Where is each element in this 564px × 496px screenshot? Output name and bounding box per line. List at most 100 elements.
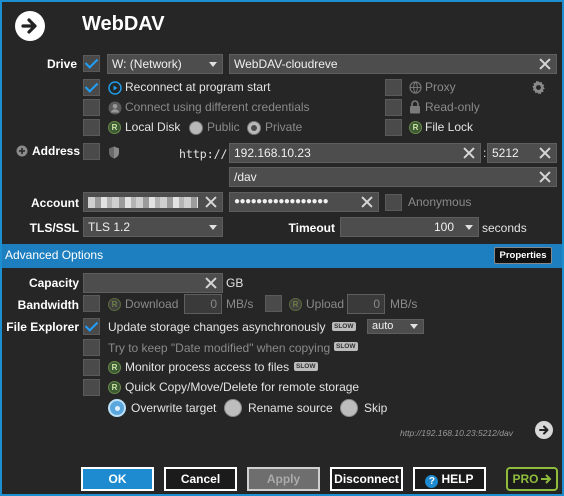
- clear-icon[interactable]: [537, 145, 553, 161]
- help-button[interactable]: ? HELP: [413, 467, 486, 491]
- date-modified-label: Try to keep "Date modified" when copying: [108, 341, 331, 355]
- clear-icon[interactable]: [203, 194, 219, 210]
- upload-input[interactable]: 0: [347, 294, 385, 314]
- drive-letter-select[interactable]: W: (Network): [107, 54, 223, 74]
- url-preview: http://192.168.10.23:5212/dav: [400, 428, 513, 438]
- cancel-button[interactable]: Cancel: [164, 467, 237, 491]
- chevron-down-icon: [465, 225, 473, 230]
- timeout-unit: seconds: [482, 221, 527, 235]
- readonly-checkbox[interactable]: [385, 99, 402, 116]
- clear-icon[interactable]: [203, 275, 219, 291]
- quick-copy-checkbox[interactable]: [83, 379, 100, 396]
- username-redacted: [88, 197, 198, 208]
- tls-select[interactable]: TLS 1.2: [83, 217, 223, 237]
- slow-badge: SLOW: [334, 342, 358, 351]
- help-icon: ?: [425, 475, 439, 488]
- slow-badge: SLOW: [294, 362, 318, 371]
- proxy-label: Proxy: [425, 80, 456, 94]
- pro-button[interactable]: PRO: [506, 467, 558, 491]
- chevron-down-icon: [209, 62, 217, 67]
- restart-icon: R: [108, 361, 121, 374]
- clear-icon[interactable]: [537, 169, 553, 185]
- public-label: Public: [207, 120, 240, 134]
- private-radio[interactable]: [247, 121, 261, 135]
- ok-label: OK: [108, 472, 127, 486]
- rename-label: Rename source: [248, 401, 333, 415]
- skip-radio[interactable]: [340, 399, 358, 417]
- upload-label: Upload: [306, 297, 345, 311]
- shield-icon: [109, 146, 119, 159]
- credentials-label: Connect using different credentials: [125, 100, 310, 114]
- tls-label: TLS/SSL: [29, 221, 79, 235]
- apply-label: Apply: [266, 472, 301, 486]
- overwrite-radio[interactable]: [108, 399, 126, 417]
- password-input[interactable]: ●●●●●●●●●●●●●●●●●: [229, 192, 379, 212]
- properties-label: Properties: [499, 250, 547, 261]
- port-value: 5212: [492, 146, 519, 160]
- restart-icon: R: [108, 381, 121, 394]
- host-input[interactable]: 192.168.10.23: [229, 143, 481, 163]
- chevron-down-icon: [209, 225, 217, 230]
- back-button[interactable]: [15, 11, 45, 41]
- anonymous-checkbox[interactable]: [385, 194, 402, 211]
- cancel-label: Cancel: [180, 472, 221, 486]
- monitor-checkbox[interactable]: [83, 359, 100, 376]
- monitor-label: Monitor process access to files: [125, 360, 290, 374]
- clear-icon[interactable]: [537, 56, 553, 72]
- timeout-label: Timeout: [288, 221, 335, 235]
- download-unit: MB/s: [226, 297, 254, 311]
- username-input[interactable]: [83, 192, 223, 212]
- update-async-checkbox[interactable]: [83, 318, 100, 335]
- upload-checkbox[interactable]: [265, 295, 282, 312]
- pro-label: PRO: [512, 472, 539, 486]
- local-disk-checkbox[interactable]: [83, 119, 100, 136]
- timeout-select[interactable]: 100: [340, 217, 479, 237]
- capacity-label: Capacity: [28, 276, 79, 290]
- upload-unit: MB/s: [390, 297, 418, 311]
- update-async-label: Update storage changes asynchronously: [108, 320, 326, 334]
- account-label: Account: [31, 196, 79, 210]
- dialog-title: WebDAV: [82, 13, 165, 35]
- update-mode-value: auto: [372, 320, 394, 332]
- clear-icon[interactable]: [359, 194, 375, 210]
- drive-name-value: WebDAV-cloudreve: [234, 57, 338, 71]
- arrow-right-icon: [21, 18, 37, 34]
- restart-icon: R: [108, 298, 121, 311]
- port-input[interactable]: 5212: [487, 143, 557, 163]
- disconnect-button[interactable]: Disconnect: [330, 467, 403, 491]
- scheme-label: http://: [179, 147, 228, 161]
- readonly-label: Read-only: [425, 100, 480, 114]
- apply-button[interactable]: Apply: [247, 467, 320, 491]
- download-value: 0: [210, 297, 217, 311]
- slow-badge: SLOW: [332, 322, 356, 331]
- address-checkbox[interactable]: [83, 143, 100, 160]
- help-label: HELP: [441, 472, 474, 486]
- file-lock-checkbox[interactable]: [385, 119, 402, 136]
- credentials-checkbox[interactable]: [83, 99, 100, 116]
- chevron-down-icon: [410, 324, 418, 329]
- capacity-input[interactable]: [83, 273, 223, 293]
- open-url-button[interactable]: [535, 421, 553, 439]
- path-value: /dav: [234, 170, 257, 184]
- add-circle-icon[interactable]: [16, 145, 28, 157]
- gear-icon[interactable]: [531, 80, 546, 95]
- download-input[interactable]: 0: [184, 294, 222, 314]
- ok-button[interactable]: OK: [81, 467, 154, 491]
- quick-copy-label: Quick Copy/Move/Delete for remote storag…: [125, 380, 360, 394]
- address-label: Address: [32, 144, 81, 158]
- date-modified-checkbox[interactable]: [83, 339, 100, 356]
- properties-button[interactable]: Properties: [494, 247, 552, 264]
- proxy-checkbox[interactable]: [385, 79, 402, 96]
- drive-checkbox[interactable]: [83, 55, 100, 72]
- bandwidth-label: Bandwidth: [17, 298, 79, 312]
- path-input[interactable]: /dav: [229, 167, 557, 187]
- update-mode-select[interactable]: auto: [367, 319, 424, 334]
- file-explorer-label: File Explorer: [6, 320, 79, 334]
- clear-icon[interactable]: [461, 145, 477, 161]
- drive-label: Drive: [46, 57, 77, 71]
- public-radio[interactable]: [189, 121, 203, 135]
- reconnect-checkbox[interactable]: [83, 79, 100, 96]
- rename-radio[interactable]: [224, 399, 242, 417]
- drive-name-input[interactable]: WebDAV-cloudreve: [229, 54, 557, 74]
- download-checkbox[interactable]: [83, 295, 100, 312]
